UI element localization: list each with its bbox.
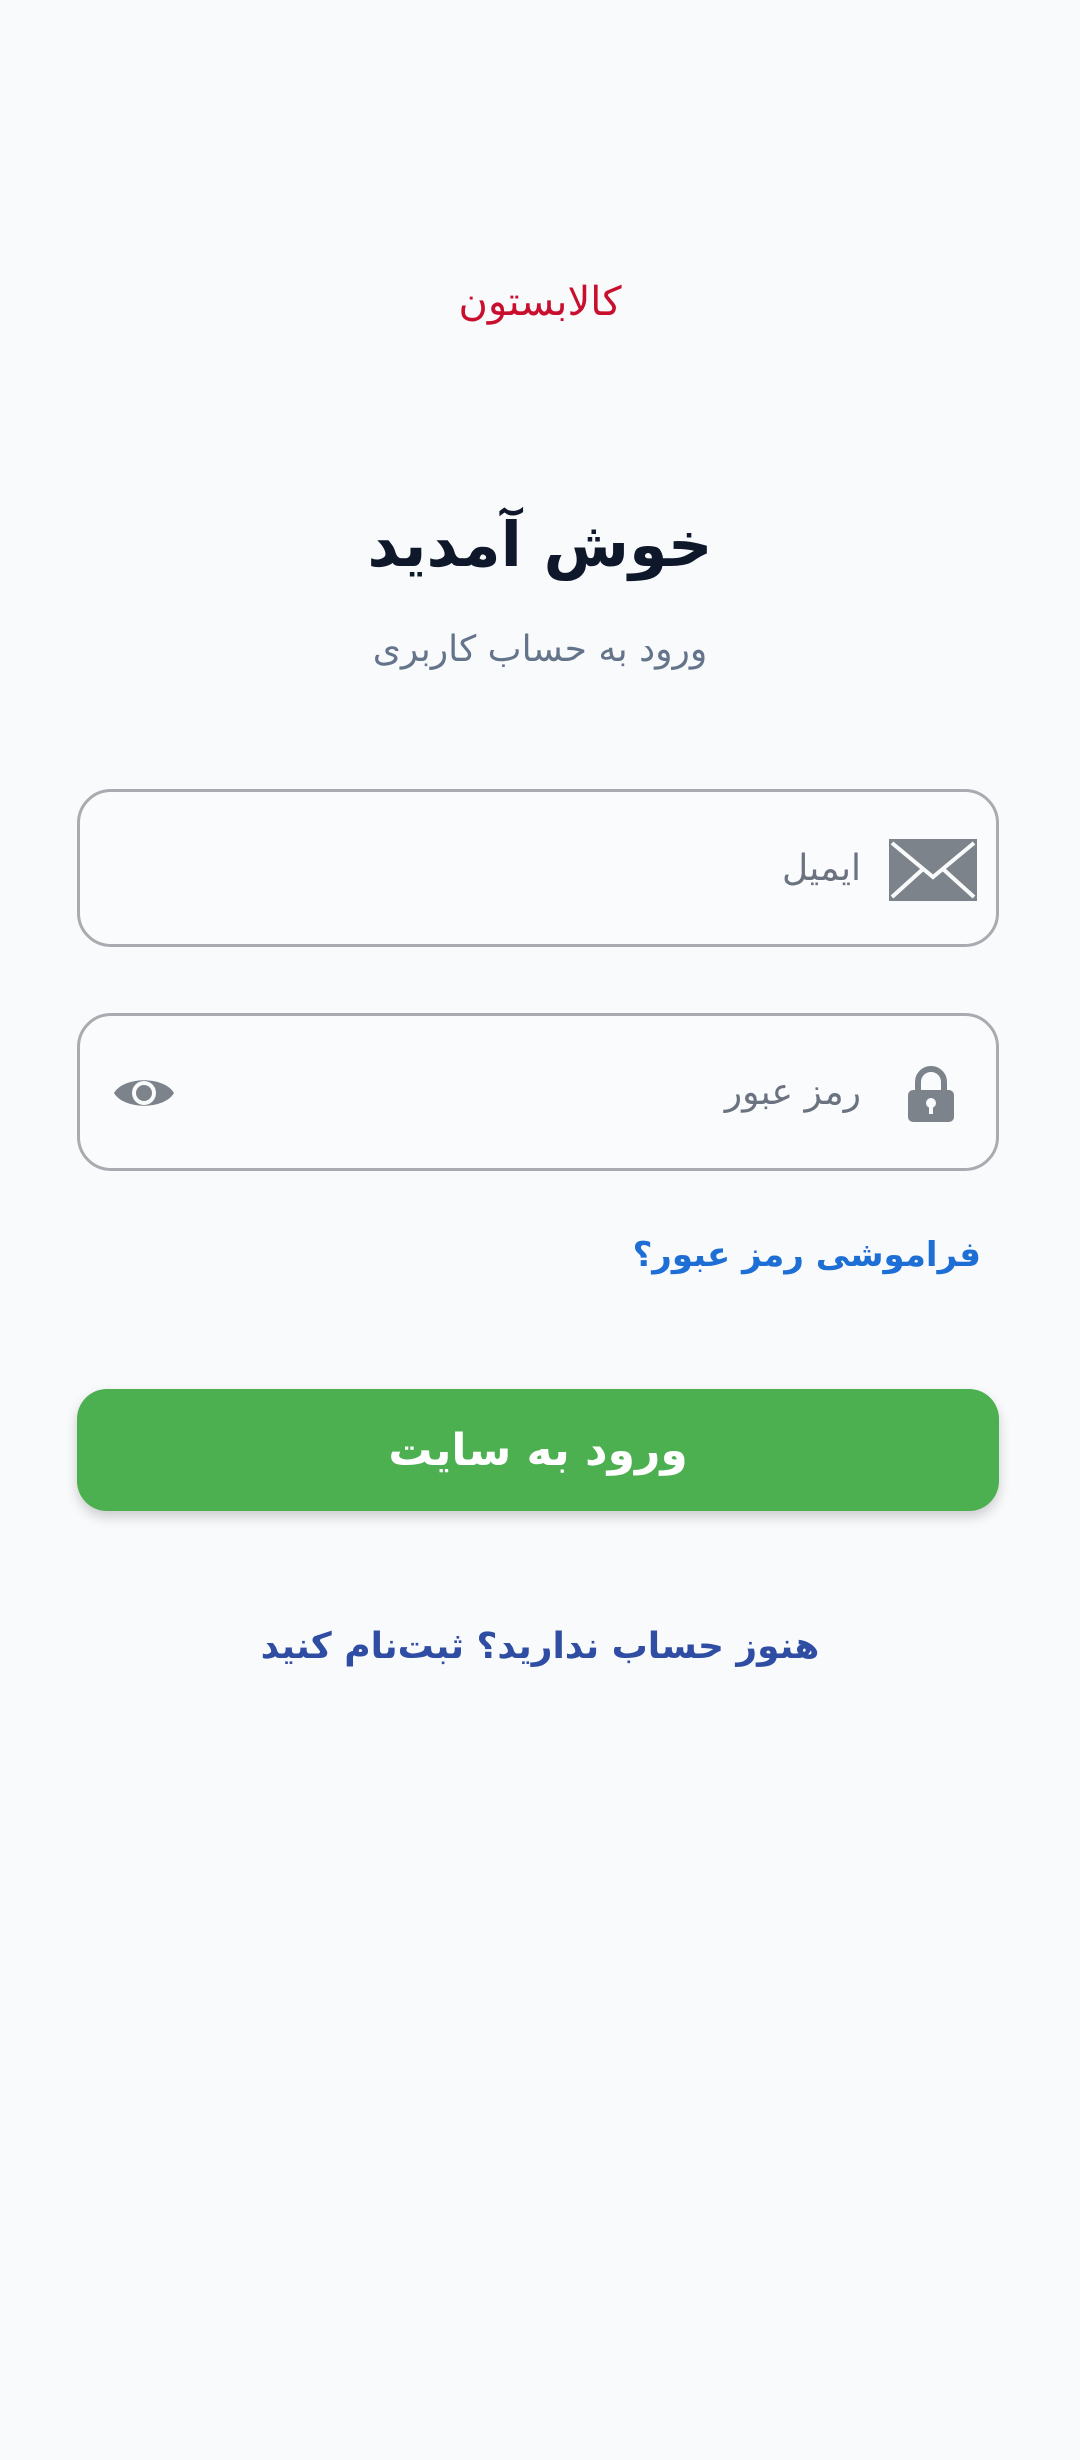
password-input[interactable] (200, 1016, 861, 1168)
login-screen: کالابستون خوش آمدید ورود به حساب کاربری … (0, 0, 1080, 2460)
mail-icon (889, 839, 977, 901)
email-field-container (77, 789, 999, 947)
password-field-container (77, 1013, 999, 1171)
email-input[interactable] (110, 792, 861, 944)
eye-icon[interactable] (112, 1072, 176, 1114)
brand-logo: کالابستون (458, 279, 622, 325)
lock-icon (908, 1066, 954, 1122)
page-title: خوش آمدید (367, 508, 713, 581)
page-subtitle: ورود به حساب کاربری (372, 629, 708, 670)
signup-link[interactable]: هنوز حساب ندارید؟ ثبت‌نام کنید (0, 1617, 1080, 1677)
login-button[interactable]: ورود به سایت (77, 1389, 999, 1511)
forgot-password-link[interactable]: فراموشی رمز عبور؟ (633, 1225, 981, 1285)
